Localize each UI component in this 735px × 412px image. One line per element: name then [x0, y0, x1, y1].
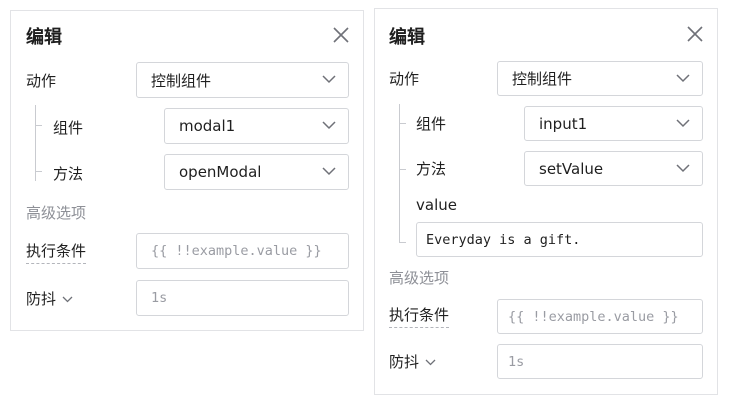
component-select-value: modal1 [179, 117, 236, 135]
action-select[interactable]: 控制组件 [136, 62, 349, 98]
condition-label: 执行条件 [26, 241, 87, 264]
chevron-down-icon [676, 163, 690, 172]
advanced-options-label: 高级选项 [26, 204, 87, 222]
panel-title: 编辑 [26, 27, 62, 48]
tree-branch [400, 169, 406, 170]
debounce-placeholder: 1s [508, 353, 525, 370]
chevron-down-icon [322, 167, 336, 176]
debounce-toggle[interactable]: 防抖 [26, 289, 73, 309]
condition-placeholder: {{ !!example.value }} [508, 308, 679, 325]
condition-input[interactable]: {{ !!example.value }} [136, 233, 349, 269]
method-select[interactable]: openModal [164, 154, 349, 190]
method-select-value: setValue [539, 159, 604, 178]
debounce-input[interactable]: 1s [136, 280, 349, 316]
condition-placeholder: {{ !!example.value }} [151, 243, 322, 259]
component-select[interactable]: input1 [524, 106, 703, 141]
component-select[interactable]: modal1 [164, 108, 349, 144]
action-label: 动作 [26, 72, 57, 90]
condition-input[interactable]: {{ !!example.value }} [497, 299, 703, 334]
chevron-down-icon [425, 359, 436, 366]
edit-panel-left: 编辑 动作 控制组件 组件 modal1 方法 openModal 高级选项 执… [10, 10, 364, 331]
tree-branch [400, 123, 406, 124]
edit-panel-right: 编辑 动作 控制组件 组件 input1 方法 setValue value E… [374, 8, 718, 395]
tree-branch [400, 242, 406, 243]
chevron-down-icon [322, 121, 336, 130]
action-select[interactable]: 控制组件 [497, 61, 703, 96]
action-label: 动作 [389, 70, 420, 88]
chevron-down-icon [676, 118, 690, 127]
chevron-down-icon [322, 75, 336, 84]
method-label: 方法 [53, 165, 84, 183]
value-input[interactable]: Everyday is a gift. [416, 222, 703, 257]
chevron-down-icon [676, 73, 690, 82]
tree-line [35, 105, 36, 181]
value-label: value [416, 196, 457, 214]
tree-branch [36, 171, 42, 172]
debounce-input[interactable]: 1s [497, 344, 703, 379]
component-label: 组件 [416, 115, 447, 133]
tree-branch [36, 125, 42, 126]
condition-label: 执行条件 [389, 305, 450, 328]
component-label: 组件 [53, 119, 84, 137]
close-icon[interactable] [331, 25, 351, 45]
action-select-value: 控制组件 [151, 71, 212, 90]
advanced-options-label: 高级选项 [389, 269, 450, 287]
value-input-text: Everyday is a gift. [426, 231, 581, 248]
method-select[interactable]: setValue [524, 151, 703, 186]
debounce-label: 防抖 [26, 290, 57, 308]
method-select-value: openModal [179, 163, 262, 181]
method-label: 方法 [416, 160, 447, 178]
close-icon[interactable] [685, 24, 705, 44]
action-select-value: 控制组件 [512, 70, 573, 88]
component-select-value: input1 [539, 114, 588, 133]
tree-line [399, 104, 400, 243]
debounce-toggle[interactable]: 防抖 [389, 352, 436, 372]
debounce-placeholder: 1s [151, 290, 168, 306]
debounce-label: 防抖 [389, 353, 420, 371]
panel-title: 编辑 [389, 27, 425, 48]
chevron-down-icon [62, 296, 73, 303]
